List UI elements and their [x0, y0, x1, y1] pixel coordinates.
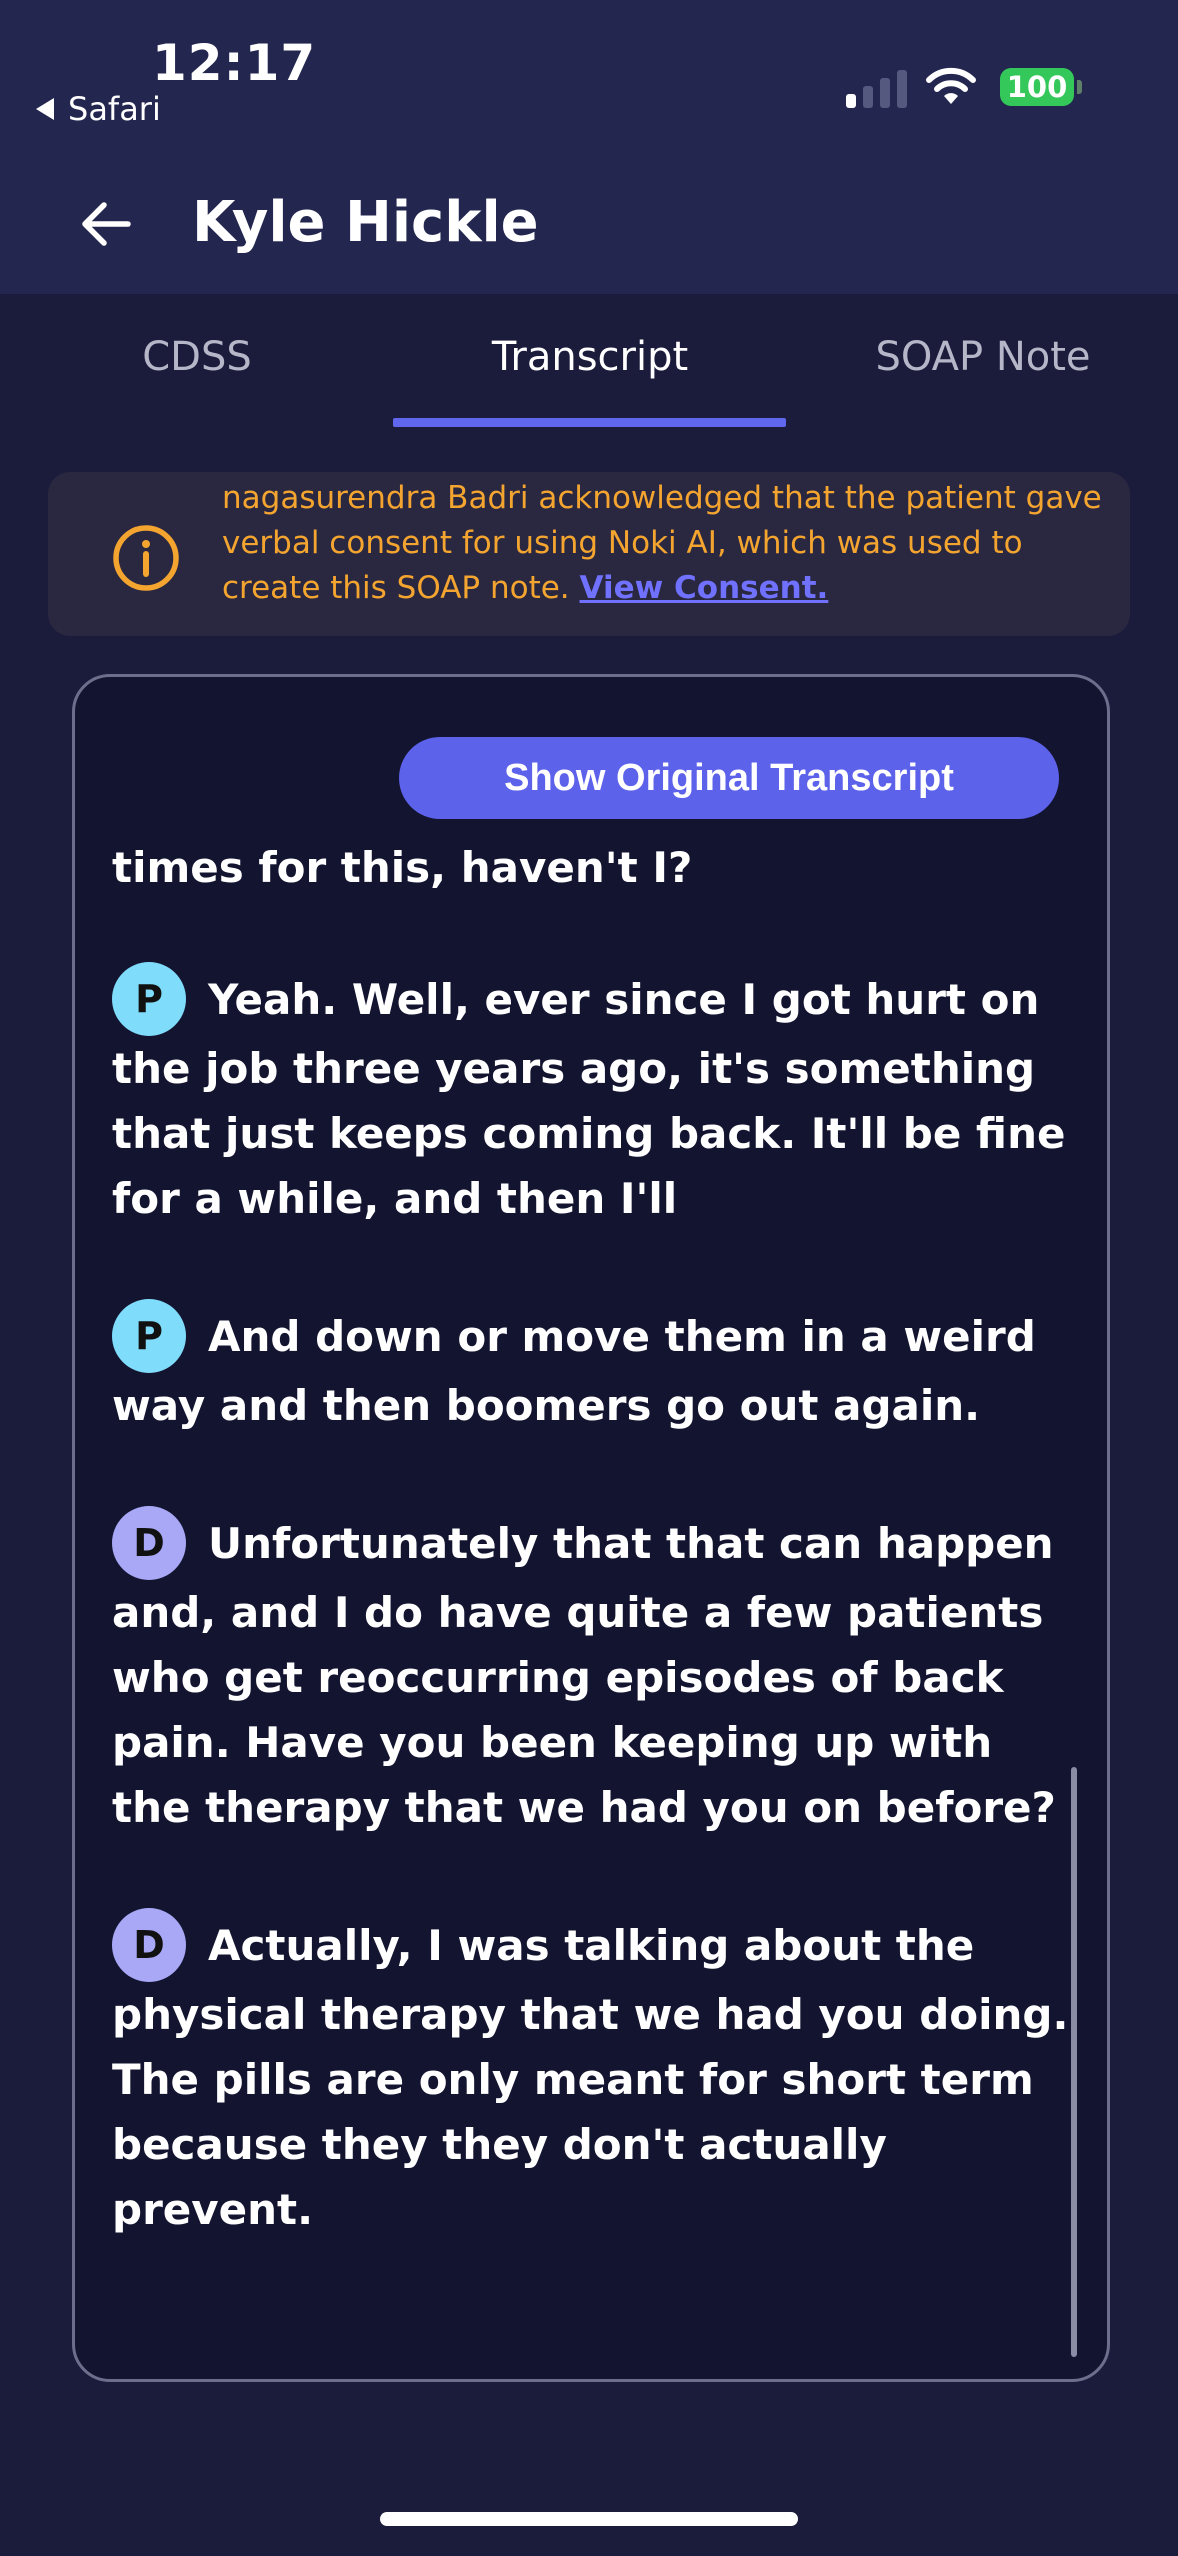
tab-transcript[interactable]: Transcript [393, 334, 787, 380]
transcript-card: times for this, haven't I? P Yeah. Well, … [72, 674, 1110, 2382]
back-arrow-icon[interactable] [78, 196, 134, 252]
back-to-safari[interactable]: Safari [36, 90, 161, 128]
battery-indicator: 100 [1000, 68, 1074, 106]
view-consent-link[interactable]: View Consent. [580, 570, 829, 606]
message-text: Unfortunately that that can happen and, … [112, 1519, 1056, 1832]
tab-bar: CDSS Transcript SOAP Note [0, 294, 1178, 428]
tab-cdss[interactable]: CDSS [0, 334, 394, 380]
home-indicator[interactable] [380, 2512, 798, 2526]
consent-text: nagasurendra Badri acknowledged that the… [222, 476, 1122, 611]
back-triangle-icon [36, 98, 54, 120]
partial-transcript-line: times for this, haven't I? [112, 843, 693, 892]
transcript-message: D Actually, I was talking about the physi… [112, 1907, 1072, 2242]
speaker-avatar: D [112, 1505, 186, 1580]
transcript-message: P Yeah. Well, ever since I got hurt on th… [112, 961, 1072, 1231]
show-original-transcript-button[interactable]: Show Original Transcript [399, 737, 1059, 819]
status-time: 12:17 [152, 34, 317, 92]
consent-banner: nagasurendra Badri acknowledged that the… [48, 472, 1130, 636]
transcript-scrollbar[interactable] [1071, 1767, 1077, 2357]
page-title: Kyle Hickle [192, 190, 539, 255]
tab-soap-note[interactable]: SOAP Note [786, 334, 1178, 380]
back-app-label: Safari [68, 90, 161, 128]
battery-nub [1077, 80, 1082, 94]
speaker-avatar: P [112, 1298, 186, 1373]
info-icon [113, 525, 179, 591]
active-tab-underline [393, 418, 786, 427]
top-bar: 12:17 Safari 100 Kyle Hickle [0, 0, 1178, 294]
message-text: Yeah. Well, ever since I got hurt on the… [112, 975, 1066, 1223]
speaker-avatar: P [112, 961, 186, 1036]
message-text: Actually, I was talking about the physic… [112, 1921, 1069, 2234]
message-text: And down or move them in a weird way and… [112, 1312, 1036, 1430]
wifi-icon [926, 67, 976, 104]
cellular-signal-icon [846, 66, 907, 108]
transcript-message: P And down or move them in a weird way an… [112, 1298, 1072, 1438]
speaker-avatar: D [112, 1907, 186, 1982]
transcript-message: D Unfortunately that that can happen and,… [112, 1505, 1072, 1840]
